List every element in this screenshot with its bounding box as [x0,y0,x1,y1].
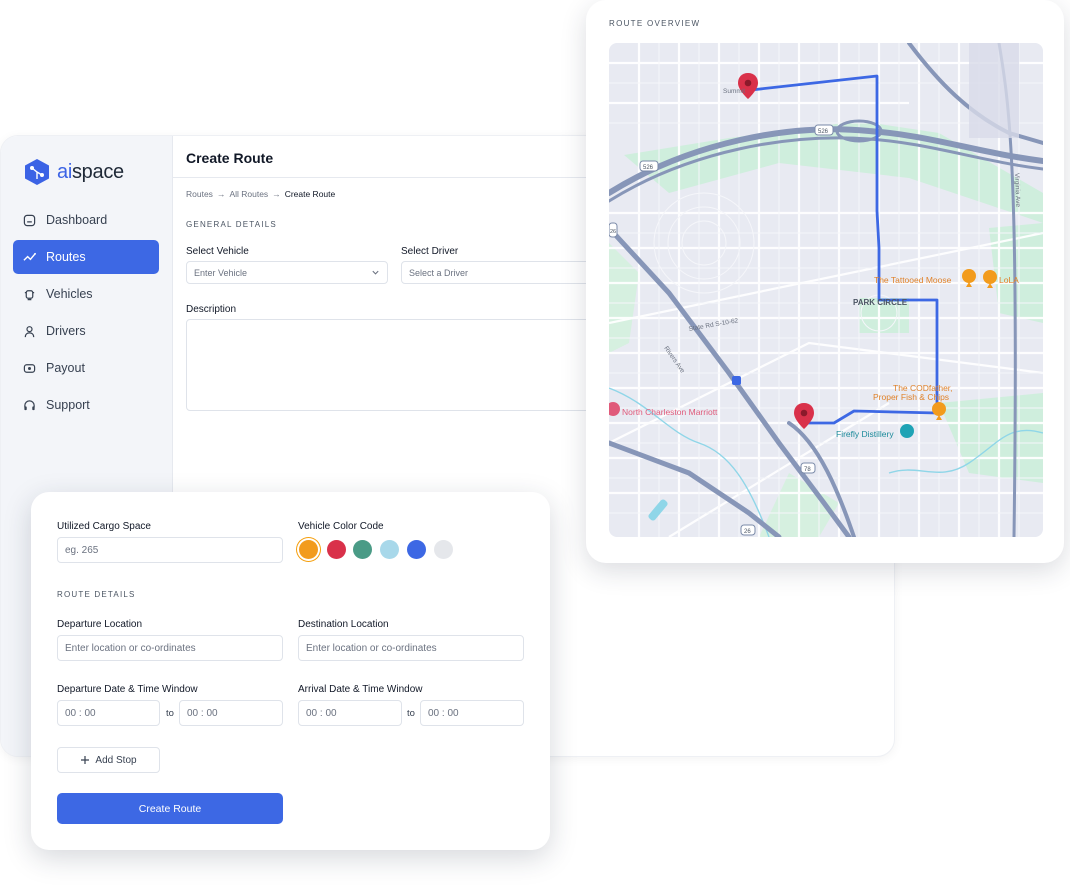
route-overview-title: ROUTE OVERVIEW [609,19,701,28]
color-code-label: Vehicle Color Code [298,521,384,532]
cargo-input[interactable]: eg. 265 [57,537,283,563]
destination-input[interactable]: Enter location or co-ordinates [298,635,524,661]
color-swatch-red[interactable] [327,540,346,559]
destination-label: Destination Location [298,619,389,630]
departure-placeholder: Enter location or co-ordinates [65,643,196,654]
map-label-summit: Summit [723,88,745,95]
sidebar-item-label: Vehicles [46,287,93,301]
map-canvas: PARK CIRCLE The Tattooed Moose LoLA The … [609,43,1043,537]
create-route-button[interactable]: Create Route [57,793,283,824]
breadcrumb: Routes → All Routes → Create Route [186,189,335,199]
departure-label: Departure Location [57,619,143,630]
departure-input[interactable]: Enter location or co-ordinates [57,635,283,661]
sidebar-item-label: Drivers [46,324,86,338]
description-textarea[interactable] [186,319,606,411]
arrival-time-start[interactable]: 00 : 00 [298,700,402,726]
cargo-label: Utilized Cargo Space [57,521,151,532]
map-label-lola: LoLA [999,275,1019,285]
driver-select-placeholder: Select a Driver [409,268,469,278]
color-swatch-gray[interactable] [434,540,453,559]
routes-icon [23,252,36,261]
vehicle-label: Select Vehicle [186,246,249,257]
sidebar-item-dashboard[interactable]: Dashboard [13,203,159,237]
sidebar-item-support[interactable]: Support [13,388,159,422]
map-label-firefly: Firefly Distillery [836,429,894,439]
distillery-pin-icon[interactable] [900,424,914,438]
breadcrumb-separator: → [216,189,226,199]
shield-526-a: 526 [818,129,829,135]
departure-time-start[interactable]: 00 : 00 [57,700,160,726]
shield-i26: 26 [610,229,616,235]
map-label-virginia-ave: Virginia Ave [1013,173,1021,208]
route-form-card: Utilized Cargo Space eg. 265 Vehicle Col… [31,492,550,850]
cargo-placeholder: eg. 265 [65,545,99,556]
destination-placeholder: Enter location or co-ordinates [306,643,437,654]
breadcrumb-separator: → [272,189,281,199]
vehicle-select[interactable]: Enter Vehicle [186,261,388,284]
description-label: Description [186,304,237,315]
dashboard-icon [23,214,36,226]
map-label-tattooed-moose: The Tattooed Moose [874,275,952,285]
headset-icon [24,399,35,410]
general-details-heading: GENERAL DETAILS [186,220,277,229]
brand-logo[interactable]: aispace [23,158,124,186]
add-stop-label: Add Stop [95,754,137,766]
sidebar-item-vehicles[interactable]: Vehicles [13,277,159,311]
driver-select[interactable]: Select a Driver [401,261,601,284]
plus-icon [81,756,90,764]
time-placeholder: 00 : 00 [65,708,96,719]
departure-window-label: Departure Date & Time Window [57,684,198,695]
breadcrumb-current: Create Route [284,189,336,199]
chevron-down-icon [372,270,379,275]
sidebar-item-drivers[interactable]: Drivers [13,314,159,348]
color-swatch-green[interactable] [353,540,372,559]
color-swatch-orange[interactable] [299,540,318,559]
sidebar-item-label: Support [46,398,90,412]
to-label: to [166,708,174,719]
payout-icon [23,363,36,373]
time-placeholder: 00 : 00 [428,708,459,719]
arrival-window-label: Arrival Date & Time Window [298,684,423,695]
brand-name: aispace [57,160,124,183]
create-route-label: Create Route [138,802,202,815]
to-label: to [407,708,415,719]
time-placeholder: 00 : 00 [187,708,218,719]
map-label-park-circle: PARK CIRCLE [853,298,908,307]
map-label-codfather-2: Proper Fish & Chips [873,392,949,402]
color-swatch-light-blue[interactable] [380,540,399,559]
shield-26: 26 [744,529,751,535]
vehicle-select-placeholder: Enter Vehicle [194,268,248,278]
sidebar-item-label: Routes [46,250,86,264]
sidebar-item-payout[interactable]: Payout [13,351,159,385]
vehicle-icon [24,289,35,300]
sidebar-nav: Dashboard Routes Vehicles Drivers Payout… [13,203,159,425]
breadcrumb-routes[interactable]: Routes [186,189,213,199]
user-icon [24,325,35,337]
route-map[interactable]: PARK CIRCLE The Tattooed Moose LoLA The … [609,43,1043,537]
time-placeholder: 00 : 00 [306,708,337,719]
sidebar-item-label: Dashboard [46,213,108,227]
route-overview-card: ROUTE OVERVIEW PARK CIRCLE The Tattooed … [586,0,1064,563]
sidebar-item-label: Payout [46,361,85,375]
driver-label: Select Driver [401,246,459,257]
route-details-heading: ROUTE DETAILS [57,590,136,599]
map-label-marriott: North Charleston Marriott [622,407,718,417]
departure-time-end[interactable]: 00 : 00 [179,700,283,726]
color-swatch-blue[interactable] [407,540,426,559]
breadcrumb-all-routes[interactable]: All Routes [229,189,268,199]
shield-526-b: 526 [643,165,654,171]
add-stop-button[interactable]: Add Stop [57,747,160,773]
shield-78: 78 [804,467,811,473]
sidebar-item-routes[interactable]: Routes [13,240,159,274]
arrival-time-end[interactable]: 00 : 00 [420,700,524,726]
aispace-logo-icon [25,159,49,185]
